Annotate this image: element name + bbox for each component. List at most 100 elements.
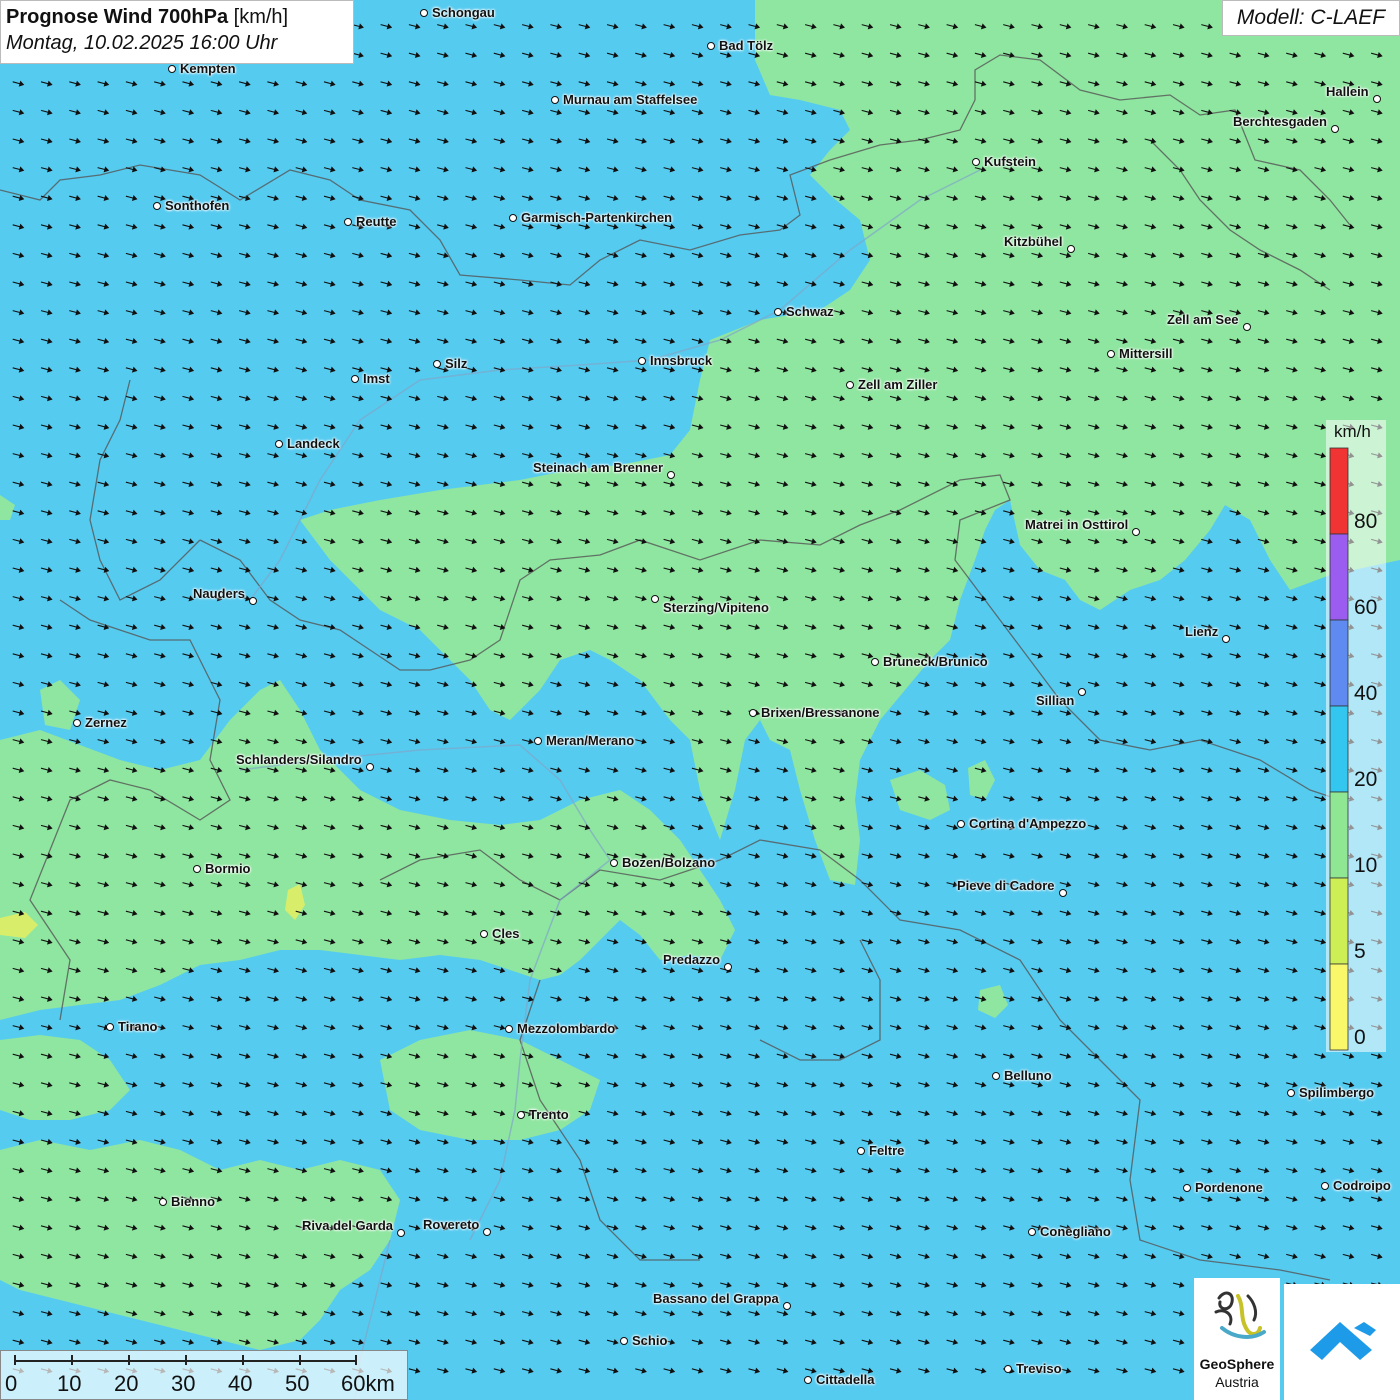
- city-marker: [1067, 245, 1075, 253]
- wind-arrow-head: [75, 852, 81, 859]
- wind-arrow-head: [1263, 1138, 1270, 1145]
- wind-arrow-head: [18, 137, 25, 144]
- wind-arrow-head: [867, 795, 874, 802]
- wind-arrow-head: [584, 652, 591, 659]
- wind-arrow-head: [924, 566, 930, 573]
- wind-arrow-head: [697, 1253, 704, 1260]
- wind-arrow-head: [245, 824, 251, 831]
- wind-arrow-head: [867, 1338, 874, 1346]
- wind-arrow-head: [1009, 967, 1015, 974]
- wind-arrow-head: [414, 766, 421, 774]
- wind-arrow-head: [471, 909, 478, 917]
- wind-arrow-head: [754, 1110, 761, 1117]
- city-label: Hallein: [1326, 84, 1369, 99]
- wind-arrow-head: [1179, 194, 1185, 202]
- wind-arrow-head: [839, 681, 845, 688]
- wind-arrow-head: [924, 1281, 930, 1288]
- wind-arrow-head: [867, 337, 874, 345]
- wind-arrow-head: [160, 538, 166, 545]
- wind-arrow-head: [1009, 1224, 1015, 1231]
- wind-arrow-head: [103, 137, 110, 144]
- wind-arrow-head: [160, 1310, 166, 1317]
- wind-arrow-head: [1009, 337, 1015, 345]
- wind-arrow-head: [1207, 595, 1213, 602]
- wind-arrow-head: [188, 1081, 195, 1088]
- wind-arrow-head: [528, 1253, 534, 1260]
- wind-arrow-head: [584, 709, 591, 716]
- wind-arrow-head: [160, 1024, 166, 1031]
- wind-arrow-head: [669, 738, 676, 745]
- wind-arrow-head: [18, 566, 25, 573]
- wind-arrow-head: [131, 1253, 138, 1260]
- wind-arrow-head: [726, 280, 732, 287]
- wind-arrow-head: [414, 1024, 421, 1031]
- wind-arrow-head: [1263, 51, 1270, 59]
- wind-arrow-head: [1094, 709, 1100, 716]
- wind-arrow-head: [613, 1052, 619, 1060]
- wind-arrow-head: [839, 1195, 845, 1203]
- wind-arrow-head: [896, 423, 902, 430]
- wind-arrow-head: [1065, 109, 1072, 116]
- wind-arrow-head: [18, 1338, 25, 1346]
- wind-arrow-head: [386, 194, 393, 202]
- wind-arrow-head: [1320, 738, 1327, 745]
- wind-arrow-head: [103, 1281, 110, 1288]
- wind-arrow-head: [867, 967, 874, 974]
- wind-arrow-head: [471, 881, 478, 888]
- wind-arrow-head: [839, 995, 845, 1002]
- wind-arrow-head: [980, 337, 987, 345]
- wind-arrow-head: [471, 852, 478, 859]
- wind-arrow-head: [47, 337, 53, 345]
- wind-arrow-head: [443, 1195, 449, 1203]
- wind-arrow-head: [330, 595, 336, 602]
- wind-arrow-head: [613, 1081, 619, 1088]
- wind-arrow-head: [103, 1253, 110, 1260]
- wind-arrow-head: [528, 280, 534, 287]
- wind-arrow-head: [160, 166, 166, 173]
- wind-arrow-head: [1150, 1110, 1157, 1117]
- wind-arrow-head: [1292, 280, 1298, 287]
- wind-arrow-head: [839, 423, 845, 430]
- wind-arrow-head: [754, 137, 761, 144]
- wind-arrow-head: [386, 252, 393, 259]
- wind-arrow-head: [556, 1138, 562, 1145]
- wind-arrow-head: [839, 652, 845, 659]
- wind-arrow-head: [1207, 995, 1213, 1002]
- wind-arrow-head: [1348, 1224, 1355, 1231]
- wind-arrow-head: [528, 681, 534, 688]
- wind-arrow-head: [980, 795, 987, 802]
- wind-arrow-head: [528, 709, 534, 716]
- wind-arrow-head: [811, 166, 817, 173]
- wind-arrow-head: [443, 223, 449, 230]
- wind-arrow-head: [1037, 938, 1044, 945]
- wind-arrow-head: [1094, 995, 1100, 1002]
- wind-arrow-head: [301, 538, 308, 545]
- wind-arrow-head: [47, 480, 53, 488]
- wind-arrow-head: [669, 452, 676, 459]
- wind-arrow-head: [301, 1195, 308, 1203]
- wind-arrow-head: [980, 1052, 987, 1060]
- wind-arrow-head: [839, 1110, 845, 1117]
- wind-arrow-head: [1122, 80, 1128, 87]
- wind-arrow-head: [867, 909, 874, 917]
- wind-arrow-head: [443, 23, 449, 30]
- scale-label: 20: [114, 1371, 139, 1396]
- wind-arrow-head: [443, 252, 449, 259]
- wind-arrow-head: [160, 252, 166, 259]
- wind-arrow-head: [414, 538, 421, 545]
- wind-arrow-head: [1037, 1110, 1044, 1117]
- wind-arrow-head: [1207, 80, 1213, 87]
- wind-arrow-head: [75, 166, 81, 173]
- wind-arrow-head: [1122, 480, 1128, 488]
- wind-arrow-head: [1122, 1110, 1128, 1117]
- wind-arrow-head: [131, 395, 138, 402]
- wind-arrow-head: [641, 623, 647, 631]
- wind-arrow-head: [980, 223, 987, 230]
- wind-arrow-head: [1292, 480, 1298, 488]
- wind-arrow-head: [18, 1052, 25, 1060]
- wind-arrow-head: [613, 252, 619, 259]
- wind-arrow-head: [839, 566, 845, 573]
- wind-arrow-head: [443, 51, 449, 59]
- wind-arrow-head: [1094, 23, 1100, 30]
- wind-arrow-head: [471, 452, 478, 459]
